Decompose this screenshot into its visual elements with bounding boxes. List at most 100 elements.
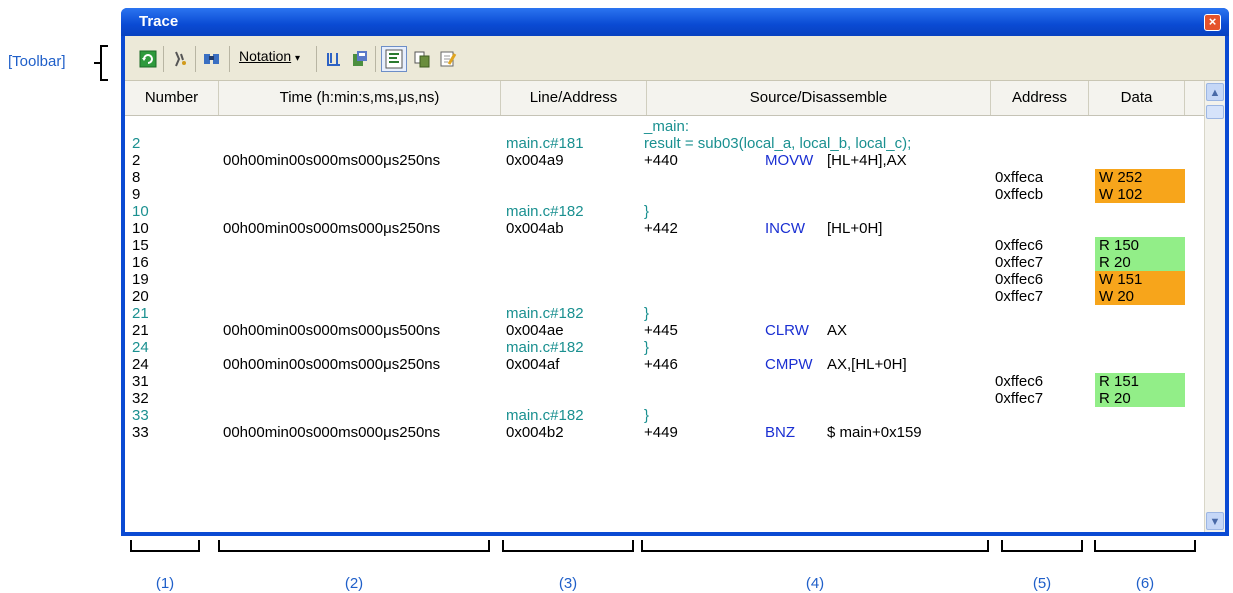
header-line-address[interactable]: Line/Address (501, 81, 647, 115)
column-label-6: (6) (1135, 575, 1155, 592)
notation-label: Notation (239, 48, 292, 64)
row-number: 10 (132, 203, 149, 220)
column-label-4: (4) (805, 575, 825, 592)
row-operand: AX,[HL+0H] (827, 356, 907, 373)
column-bracket-2 (218, 540, 490, 552)
row-time: 00h00min00s000ms000μs500ns (223, 322, 441, 339)
table-row[interactable]: 2 00h00min00s000ms000μs250ns 0x004a9 +440 MO… (125, 152, 1185, 169)
table-row[interactable]: 16 0xffec7 R 20 (125, 254, 1185, 271)
toolbar: Notation ▾ (125, 36, 1225, 81)
row-line-address: main.c#182 (506, 339, 584, 356)
window-icon[interactable] (325, 49, 343, 69)
table-row[interactable]: 2 main.c#181 result = sub03(local_a, local… (125, 135, 1185, 152)
refresh-icon[interactable] (139, 49, 157, 69)
row-number: 9 (132, 186, 141, 203)
table-row[interactable]: _main: (125, 118, 1185, 135)
row-number: 15 (132, 237, 149, 254)
table-row[interactable]: 24 00h00min00s000ms000μs250ns 0x004af +446 C… (125, 356, 1185, 373)
row-number: 21 (132, 322, 149, 339)
row-address: 0xffeca (995, 169, 1044, 186)
table-row[interactable]: 21 00h00min00s000ms000μs500ns 0x004ae +445 C… (125, 322, 1185, 339)
row-mnemonic: BNZ (765, 424, 795, 441)
header-source-disassemble[interactable]: Source/Disassemble (647, 81, 991, 115)
row-number: 2 (132, 152, 141, 169)
row-number: 32 (132, 390, 149, 407)
scroll-up-icon[interactable]: ▲ (1206, 83, 1224, 101)
row-mnemonic: INCW (765, 220, 805, 237)
row-mnemonic: MOVW (765, 152, 814, 169)
trace-rows: _main: 2 main.c#181 result = sub03(local_a,… (125, 116, 1205, 532)
row-data: R 150 (1095, 237, 1185, 254)
row-source: } (644, 339, 650, 356)
table-row[interactable]: 19 0xffec6 W 151 (125, 271, 1185, 288)
row-source: +442 (644, 220, 678, 237)
toolbar-callout-label: [Toolbar] (8, 53, 66, 70)
row-time: 00h00min00s000ms000μs250ns (223, 152, 441, 169)
notation-dropdown[interactable]: Notation ▾ (239, 48, 300, 68)
window-title: Trace (139, 13, 179, 30)
row-address: 0xffec6 (995, 373, 1044, 390)
clear-icon[interactable] (170, 49, 188, 69)
row-number: 16 (132, 254, 149, 271)
table-row[interactable]: 8 0xffeca W 252 (125, 169, 1185, 186)
row-operand: AX (827, 322, 848, 339)
row-number: 8 (132, 169, 141, 186)
row-data: W 20 (1095, 288, 1185, 305)
row-time: 00h00min00s000ms000μs250ns (223, 220, 441, 237)
row-address: 0xffec6 (995, 237, 1044, 254)
save-icon[interactable] (351, 49, 369, 69)
row-source: } (644, 305, 650, 322)
row-time: 00h00min00s000ms000μs250ns (223, 424, 441, 441)
scroll-thumb[interactable] (1206, 105, 1224, 119)
row-data: W 102 (1095, 186, 1185, 203)
edit-icon[interactable] (439, 49, 457, 69)
scroll-down-icon[interactable]: ▼ (1206, 512, 1224, 530)
column-bracket-4 (641, 540, 989, 552)
header-address[interactable]: Address (991, 81, 1089, 115)
column-label-2: (2) (344, 575, 364, 592)
mixed-display-icon[interactable] (381, 46, 407, 72)
row-number: 33 (132, 424, 149, 441)
row-mnemonic: CMPW (765, 356, 813, 373)
column-bracket-3 (502, 540, 634, 552)
table-row[interactable]: 31 0xffec6 R 151 (125, 373, 1185, 390)
column-header: Number Time (h:min:s,ms,μs,ns) Line/Addr… (125, 81, 1205, 116)
column-label-1: (1) (155, 575, 175, 592)
row-source: } (644, 203, 650, 220)
row-number: 24 (132, 339, 149, 356)
row-data: W 252 (1095, 169, 1185, 186)
row-number: 21 (132, 305, 149, 322)
table-row[interactable]: 15 0xffec6 R 150 (125, 237, 1185, 254)
row-line-address: main.c#182 (506, 407, 584, 424)
copy-icon[interactable] (413, 49, 431, 69)
row-number: 20 (132, 288, 149, 305)
title-bar: Trace × (121, 8, 1229, 36)
vertical-scrollbar[interactable]: ▲ ▼ (1204, 81, 1225, 532)
header-time[interactable]: Time (h:min:s,ms,μs,ns) (219, 81, 501, 115)
table-row[interactable]: 10 00h00min00s000ms000μs250ns 0x004ab +442 I… (125, 220, 1185, 237)
header-number[interactable]: Number (125, 81, 219, 115)
row-number: 31 (132, 373, 149, 390)
row-line-address: 0x004ae (506, 322, 564, 339)
row-line-address: 0x004b2 (506, 424, 564, 441)
row-number: 33 (132, 407, 149, 424)
table-row[interactable]: 33 main.c#182} (125, 407, 1185, 424)
search-icon[interactable] (203, 49, 221, 69)
row-source: result = sub03(local_a, local_b, local_c… (644, 135, 912, 152)
table-row[interactable]: 24 main.c#182} (125, 339, 1185, 356)
table-row[interactable]: 33 00h00min00s000ms000μs250ns 0x004b2 +449 B… (125, 424, 1185, 441)
table-row[interactable]: 21 main.c#182} (125, 305, 1185, 322)
table-row[interactable]: 32 0xffec7 R 20 (125, 390, 1185, 407)
table-row[interactable]: 10 main.c#182} (125, 203, 1185, 220)
chevron-down-icon: ▾ (295, 53, 301, 64)
row-mnemonic: CLRW (765, 322, 809, 339)
table-row[interactable]: 20 0xffec7 W 20 (125, 288, 1185, 305)
row-data: R 151 (1095, 373, 1185, 390)
header-data[interactable]: Data (1089, 81, 1185, 115)
close-icon[interactable]: × (1204, 14, 1221, 31)
trace-window: Trace × Notation ▾ Number Time (h:min:s,… (121, 8, 1229, 536)
column-label-5: (5) (1032, 575, 1052, 592)
row-source: +440 (644, 152, 678, 169)
row-operand: [HL+4H],AX (827, 152, 907, 169)
table-row[interactable]: 9 0xffecb W 102 (125, 186, 1185, 203)
